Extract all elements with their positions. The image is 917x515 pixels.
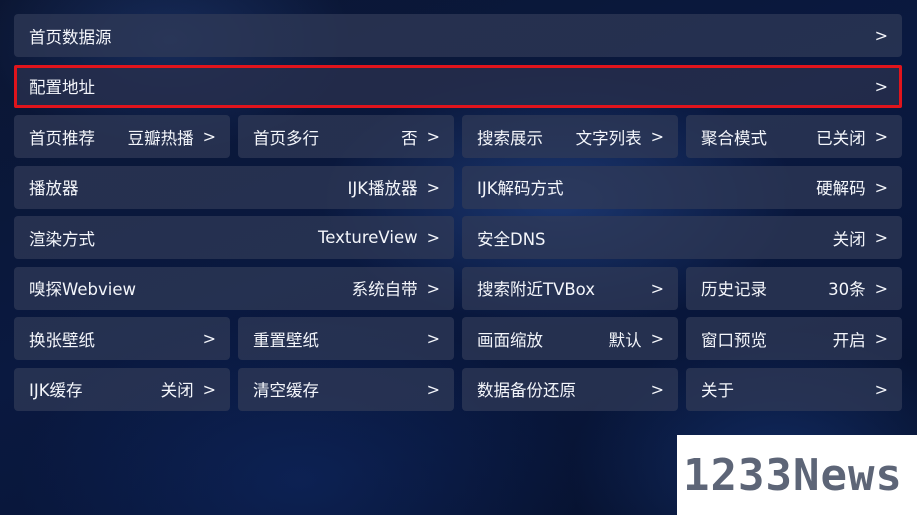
window-preview-item[interactable]: 窗口预览 开启 > (686, 317, 902, 360)
settings-row-wallpaper: 换张壁纸 > 重置壁纸 > 画面缩放 默认 > 窗口预览 开启 > (14, 317, 902, 360)
chevron-right-icon: > (874, 329, 888, 348)
secure-dns-value: 关闭 (832, 229, 866, 249)
chevron-right-icon: > (426, 177, 440, 197)
screen-scale-value: 默认 (608, 330, 642, 350)
ijk-cache-item[interactable]: IJK缓存 关闭 > (14, 367, 230, 411)
chevron-right-icon: > (202, 329, 216, 348)
search-nearby-tvbox-item[interactable]: 搜索附近TVBox > (462, 266, 678, 310)
settings-row-render: 渲染方式 TextureView > 安全DNS 关闭 > (14, 216, 902, 259)
change-wallpaper-item[interactable]: 换张壁纸 > (14, 317, 230, 360)
ijk-decode-item[interactable]: IJK解码方式 硬解码 > (462, 165, 902, 209)
search-display-value: 文字列表 (575, 128, 642, 148)
home-multirow-item[interactable]: 首页多行 否 > (238, 115, 454, 158)
render-mode-value: TextureView (318, 228, 418, 247)
chevron-right-icon: > (426, 127, 440, 146)
home-multirow-label: 首页多行 (253, 128, 319, 148)
player-value: IJK播放器 (347, 179, 418, 198)
watermark-text: 1233News (683, 449, 903, 501)
settings-grid: 首页数据源 > 配置地址 > 首页推荐 豆瓣热播 > 首页多行 否 > 搜索展示… (14, 14, 902, 418)
chevron-right-icon: > (650, 278, 664, 298)
history-label: 历史记录 (701, 280, 767, 299)
history-item[interactable]: 历史记录 30条 > (686, 266, 902, 310)
chevron-right-icon: > (202, 379, 216, 399)
ijk-cache-value: 关闭 (160, 381, 194, 400)
chevron-right-icon: > (650, 127, 664, 146)
about-label: 关于 (701, 381, 734, 400)
player-label: 播放器 (29, 179, 79, 198)
home-recommend-value: 豆瓣热播 (127, 128, 194, 148)
config-address-label: 配置地址 (29, 78, 95, 97)
aggregate-mode-value: 已关闭 (816, 128, 866, 148)
search-display-label: 搜索展示 (477, 128, 543, 148)
window-preview-value: 开启 (832, 330, 866, 350)
secure-dns-label: 安全DNS (477, 229, 546, 249)
settings-row-webview: 嗅探Webview 系统自带 > 搜索附近TVBox > 历史记录 30条 > (14, 266, 902, 310)
sniff-webview-label: 嗅探Webview (29, 280, 136, 299)
backup-restore-label: 数据备份还原 (477, 381, 576, 400)
player-item[interactable]: 播放器 IJK播放器 > (14, 165, 454, 209)
sniff-webview-value: 系统自带 (351, 280, 418, 299)
render-mode-label: 渲染方式 (29, 229, 95, 249)
clear-cache-item[interactable]: 清空缓存 > (238, 367, 454, 411)
search-display-item[interactable]: 搜索展示 文字列表 > (462, 115, 678, 158)
chevron-right-icon: > (426, 278, 440, 298)
settings-row-cache: IJK缓存 关闭 > 清空缓存 > 数据备份还原 > 关于 > (14, 367, 902, 411)
backup-restore-item[interactable]: 数据备份还原 > (462, 367, 678, 411)
history-value: 30条 (828, 280, 866, 299)
screen-scale-item[interactable]: 画面缩放 默认 > (462, 317, 678, 360)
about-item[interactable]: 关于 > (686, 367, 902, 411)
settings-row-home-options: 首页推荐 豆瓣热播 > 首页多行 否 > 搜索展示 文字列表 > 聚合模式 已关… (14, 115, 902, 158)
chevron-right-icon: > (874, 76, 888, 96)
chevron-right-icon: > (202, 127, 216, 146)
search-nearby-tvbox-label: 搜索附近TVBox (477, 280, 596, 299)
config-address-item[interactable]: 配置地址 > (14, 64, 902, 108)
settings-row-player: 播放器 IJK播放器 > IJK解码方式 硬解码 > (14, 165, 902, 209)
chevron-right-icon: > (426, 329, 440, 348)
screen-scale-label: 画面缩放 (477, 330, 543, 350)
settings-row-config-address: 配置地址 > (14, 64, 902, 108)
sniff-webview-item[interactable]: 嗅探Webview 系统自带 > (14, 266, 454, 310)
chevron-right-icon: > (650, 379, 664, 399)
window-preview-label: 窗口预览 (701, 330, 767, 350)
secure-dns-item[interactable]: 安全DNS 关闭 > (462, 216, 902, 259)
home-data-source-label: 首页数据源 (29, 27, 112, 47)
chevron-right-icon: > (874, 278, 888, 298)
ijk-cache-label: IJK缓存 (29, 381, 83, 400)
chevron-right-icon: > (874, 26, 888, 45)
aggregate-mode-label: 聚合模式 (701, 128, 767, 148)
home-data-source-item[interactable]: 首页数据源 > (14, 14, 902, 57)
render-mode-item[interactable]: 渲染方式 TextureView > (14, 216, 454, 259)
home-recommend-label: 首页推荐 (29, 128, 95, 148)
change-wallpaper-label: 换张壁纸 (29, 330, 95, 350)
chevron-right-icon: > (874, 177, 888, 197)
chevron-right-icon: > (650, 329, 664, 348)
ijk-decode-value: 硬解码 (816, 179, 866, 198)
ijk-decode-label: IJK解码方式 (477, 179, 564, 198)
home-multirow-value: 否 (401, 128, 418, 148)
chevron-right-icon: > (874, 379, 888, 399)
clear-cache-label: 清空缓存 (253, 381, 319, 400)
chevron-right-icon: > (426, 379, 440, 399)
watermark: 1233News (677, 435, 917, 515)
home-recommend-item[interactable]: 首页推荐 豆瓣热播 > (14, 115, 230, 158)
reset-wallpaper-label: 重置壁纸 (253, 330, 319, 350)
chevron-right-icon: > (874, 228, 888, 247)
chevron-right-icon: > (874, 127, 888, 146)
chevron-right-icon: > (426, 228, 440, 247)
settings-row-home-source: 首页数据源 > (14, 14, 902, 57)
aggregate-mode-item[interactable]: 聚合模式 已关闭 > (686, 115, 902, 158)
reset-wallpaper-item[interactable]: 重置壁纸 > (238, 317, 454, 360)
